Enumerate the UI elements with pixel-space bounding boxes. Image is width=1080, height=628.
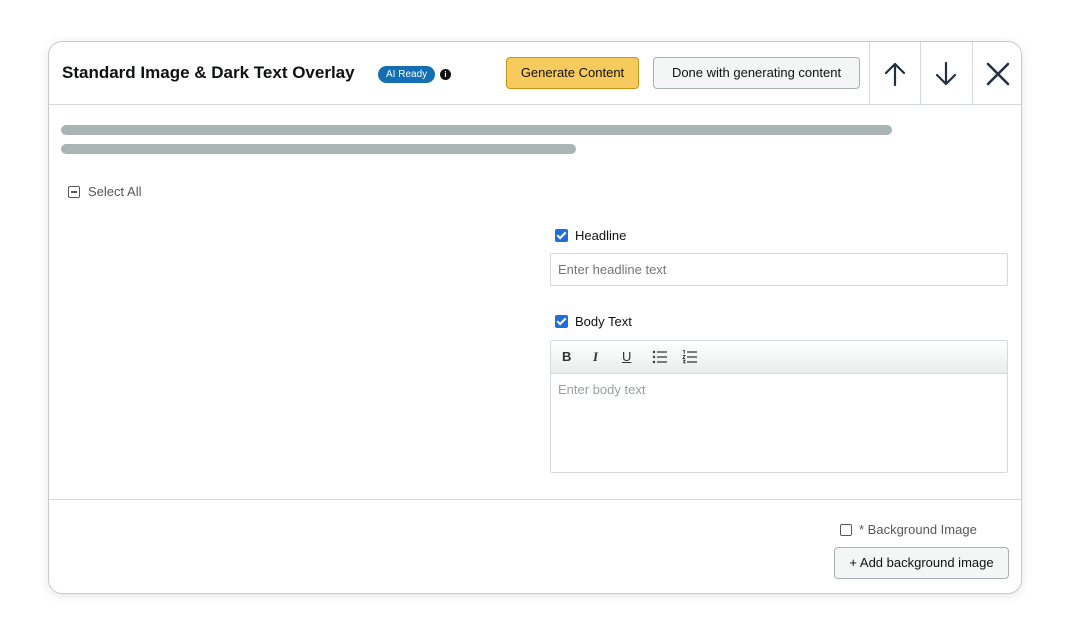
close-icon [986,62,1010,85]
headline-checkbox[interactable] [555,229,568,242]
select-all-label: Select All [88,184,142,199]
body-text-label: Body Text [575,314,632,329]
background-image-checkbox[interactable] [840,523,852,536]
bullet-list-icon [652,350,667,364]
generate-content-button[interactable]: Generate Content [506,57,639,89]
headline-input[interactable] [550,253,1008,286]
numbered-list-icon [682,350,697,364]
module-card: Standard Image & Dark Text Overlay AI Re… [48,41,1022,594]
ai-ready-badge: AI Ready [378,66,436,83]
info-icon[interactable]: i [440,69,451,80]
headline-label: Headline [575,228,627,243]
italic-button[interactable]: I [593,349,598,365]
add-background-image-button[interactable]: + Add background image [834,547,1009,579]
background-image-label: * Background Image [859,522,977,537]
headline-label-row: Headline [555,228,626,243]
move-down-button[interactable] [920,42,971,105]
module-title: Standard Image & Dark Text Overlay [62,63,355,82]
body-text-checkbox[interactable] [555,315,568,328]
numbered-list-button[interactable] [682,350,698,367]
loading-skeleton-line [61,144,576,154]
indeterminate-checkbox-icon [68,185,80,198]
done-generating-button[interactable]: Done with generating content [653,57,860,89]
body-text-editor[interactable]: B I U Enter body text [550,340,1008,473]
bullet-list-button[interactable] [652,350,668,367]
module-header: Standard Image & Dark Text Overlay AI Re… [49,42,1021,105]
arrow-down-icon [935,61,957,85]
select-all-toggle[interactable]: Select All [68,184,141,199]
background-image-row: * Background Image [840,522,977,537]
bold-button[interactable]: B [562,349,571,364]
body-text-placeholder: Enter body text [558,382,646,397]
arrow-up-icon [884,62,906,86]
close-button[interactable] [972,42,1021,105]
underline-button[interactable]: U [622,349,631,364]
body-label-row: Body Text [555,314,632,329]
move-up-button[interactable] [869,42,920,105]
editor-toolbar: B I U [551,341,1007,374]
footer-divider [49,499,1021,500]
loading-skeleton-line [61,125,892,135]
